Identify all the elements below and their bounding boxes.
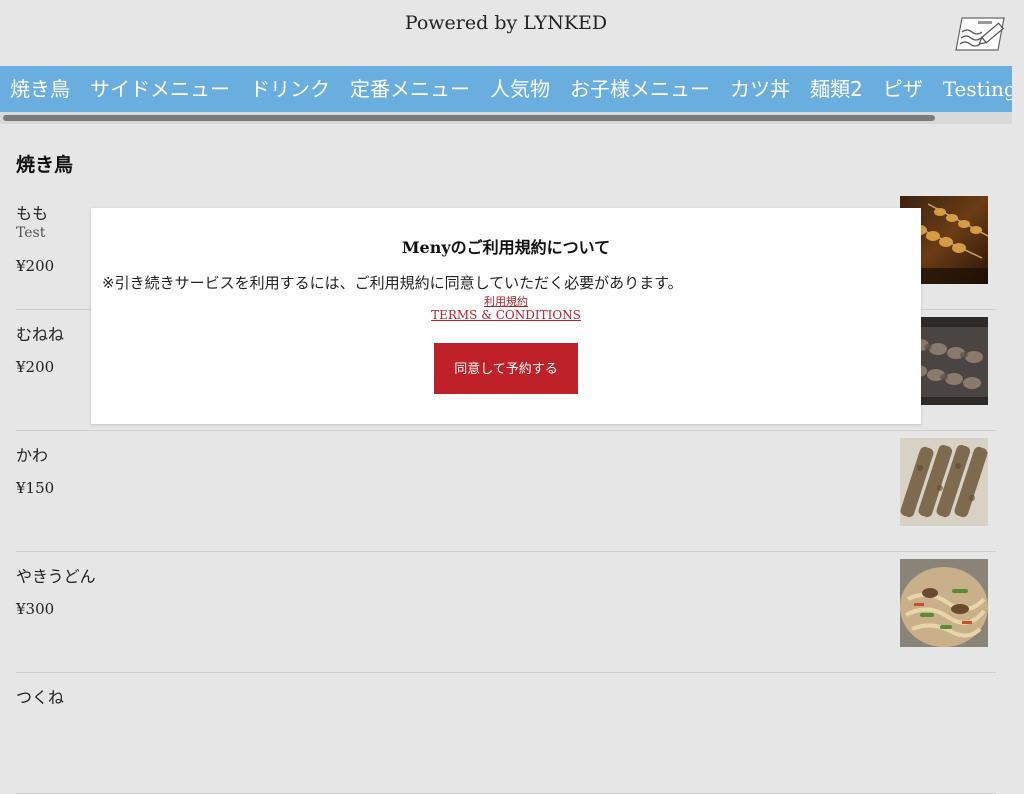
item-photo	[900, 559, 988, 647]
modal-notice: ※引き続きサービスを利用するには、ご利用規約に同意していただく必要があります。	[102, 274, 683, 292]
item-name: つくね	[16, 688, 65, 707]
tab-kids-menu[interactable]: お子様メニュー	[560, 66, 720, 112]
category-scrollbar[interactable]	[0, 112, 1012, 124]
item-name: やきうどん	[16, 567, 96, 586]
tab-standard-menu[interactable]: 定番メニュー	[340, 66, 480, 112]
item-name: むねね	[16, 325, 65, 344]
tab-drink[interactable]: ドリンク	[240, 66, 340, 112]
tab-pizza[interactable]: ピザ	[873, 66, 933, 112]
tab-yakitori[interactable]: 焼き鳥	[0, 66, 80, 112]
item-price: ¥200	[16, 257, 55, 275]
scrollbar-thumb[interactable]	[3, 115, 935, 121]
terms-link-en[interactable]: TERMS & CONDITIONS	[91, 308, 921, 322]
tab-noodles-2[interactable]: 麺類2	[800, 66, 873, 112]
item-price: ¥200	[16, 358, 55, 376]
modal-title: Menyのご利用規約について	[401, 238, 611, 257]
item-description: Test	[16, 225, 46, 241]
section-title: 焼き鳥	[16, 154, 74, 176]
item-photo	[900, 438, 988, 526]
menu-item[interactable]: かわ ¥150	[16, 430, 996, 552]
brand-text: Powered by LYNKED	[404, 12, 608, 34]
terms-link-ja[interactable]: 利用規約	[91, 293, 921, 309]
item-name: かわ	[16, 446, 49, 465]
menu-item[interactable]: つくね	[16, 672, 996, 794]
category-nav: 焼き鳥 サイドメニュー ドリンク 定番メニュー 人気物 お子様メニュー カツ丼 麺類2 ピザ Te…	[0, 66, 1012, 112]
app-header: Powered by LYNKED	[0, 0, 1024, 66]
menu-item[interactable]: やきうどん ¥300	[16, 551, 996, 673]
tab-side-menu[interactable]: サイドメニュー	[80, 66, 240, 112]
item-price: ¥300	[16, 600, 55, 618]
tab-popular[interactable]: 人気物	[480, 66, 560, 112]
terms-modal: Menyのご利用規約について ※引き続きサービスを利用するには、ご利用規約に同意…	[91, 208, 921, 424]
tab-testing[interactable]: Testing	[933, 66, 1012, 112]
agree-button[interactable]: 同意して予約する	[434, 343, 578, 394]
item-price: ¥150	[16, 479, 55, 497]
item-name: もも	[16, 204, 49, 223]
memo-pencil-icon[interactable]	[952, 14, 1008, 54]
tab-katsudon[interactable]: カツ丼	[720, 66, 800, 112]
